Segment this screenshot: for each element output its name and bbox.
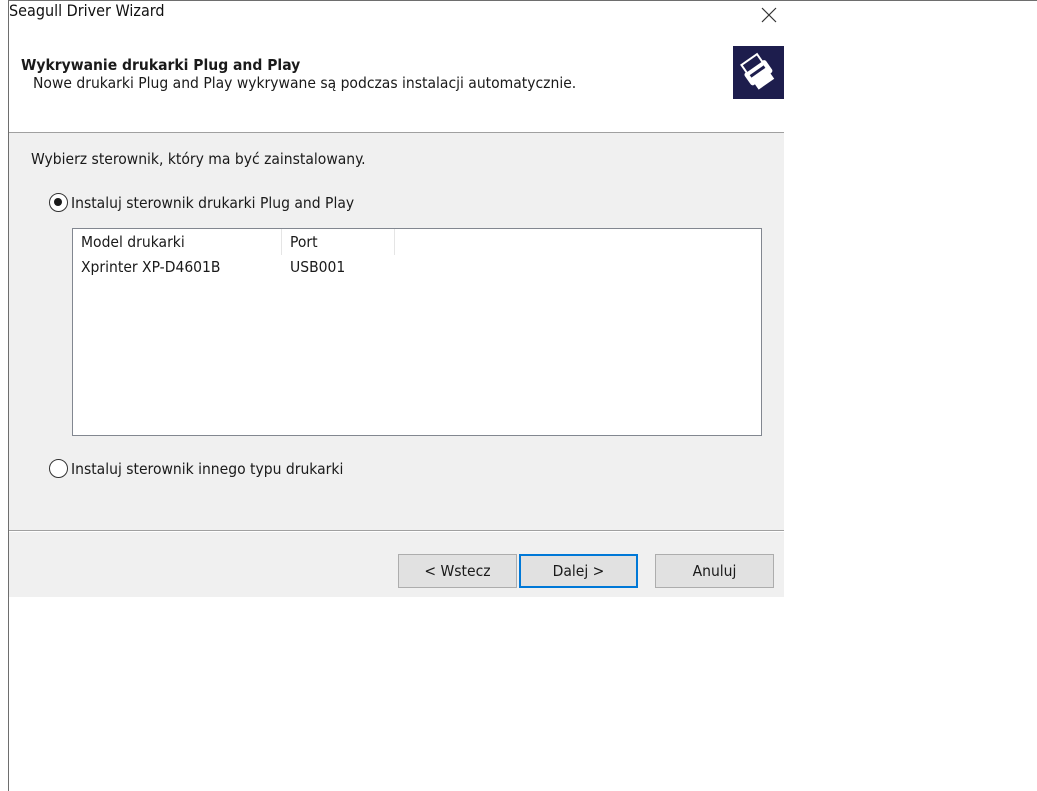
radio-install-other-label: Instaluj sterownik innego typu drukarki (71, 459, 344, 478)
radio-install-other[interactable]: Instaluj sterownik innego typu drukarki (49, 459, 343, 478)
printer-icon (740, 52, 775, 90)
wizard-dialog: Seagull Driver Wizard Wykrywanie drukark… (9, 1, 784, 597)
wizard-header: Wykrywanie drukarki Plug and Play Nowe d… (9, 32, 784, 133)
footer-separator (9, 530, 784, 532)
printer-list[interactable]: Model drukarki Port Xprinter XP-D4601B U… (72, 228, 762, 436)
printer-model-cell: Xprinter XP-D4601B (81, 258, 221, 276)
printer-list-row[interactable]: Xprinter XP-D4601B USB001 (73, 256, 395, 282)
radio-install-pnp[interactable]: Instaluj sterownik drukarki Plug and Pla… (49, 193, 354, 212)
close-x-icon (761, 7, 776, 23)
printer-list-header: Model drukarki Port (73, 229, 395, 255)
header-title: Wykrywanie drukarki Plug and Play (21, 56, 301, 74)
title-bar: Seagull Driver Wizard (9, 1, 784, 32)
radio-button-unchecked[interactable] (49, 459, 68, 478)
next-button[interactable]: Dalej > (519, 554, 638, 588)
radio-button-checked[interactable] (49, 193, 68, 212)
header-logo (733, 46, 784, 99)
column-header-port[interactable]: Port (282, 229, 395, 255)
back-button[interactable]: < Wstecz (398, 554, 517, 588)
cancel-button[interactable]: Anuluj (655, 554, 774, 588)
radio-install-pnp-label: Instaluj sterownik drukarki Plug and Pla… (71, 193, 355, 212)
driver-prompt: Wybierz sterownik, który ma być zainstal… (31, 150, 366, 168)
window-title: Seagull Driver Wizard (9, 1, 165, 20)
header-subtitle: Nowe drukarki Plug and Play wykrywane są… (33, 74, 577, 92)
printer-port-cell: USB001 (290, 258, 346, 276)
close-button[interactable] (753, 1, 784, 29)
column-header-model[interactable]: Model drukarki (73, 229, 282, 255)
